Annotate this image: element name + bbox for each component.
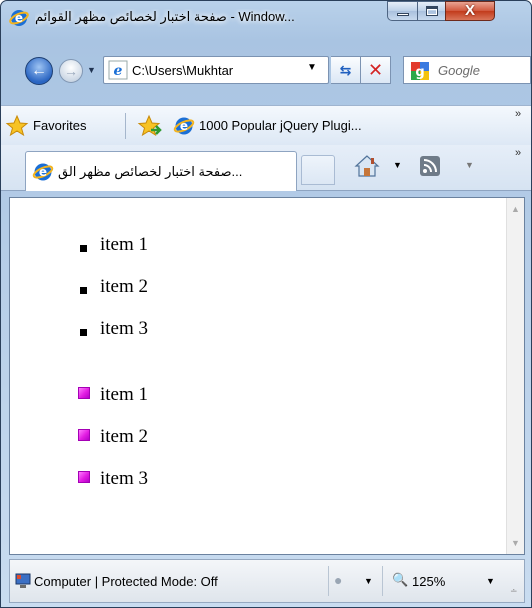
square-bullet-icon [80,245,87,252]
list-item: item 2 [78,274,378,316]
list-item: item 2 [78,424,378,466]
favorites-separator [125,113,126,139]
minimize-icon [396,13,409,16]
recent-pages-dropdown[interactable]: ▼ [87,65,99,77]
vertical-scrollbar[interactable]: ▲ ▼ [506,198,524,554]
image-bullet-icon [78,387,90,399]
star-icon[interactable] [5,114,29,138]
square-bullet-icon [80,287,87,294]
list-item-text: item 1 [100,384,149,405]
close-icon: X [464,2,475,19]
svg-text:e: e [180,119,188,133]
maximize-button[interactable] [417,1,445,21]
toolbar-overflow-icon[interactable]: » [515,147,529,161]
list-item: item 3 [78,466,378,508]
stop-icon: ✕ [367,59,384,80]
favorites-bar: Favorites e 1000 Popular jQuery Plugi...… [1,105,531,145]
status-separator [328,566,329,596]
image-bullet-list: item 1 item 2 item 3 [78,382,378,508]
tab-ie-icon: e [32,161,54,183]
image-bullet-icon [78,471,90,483]
ie-window: e صفحة اختبار لخصائص مظهر القوائم - Wind… [0,0,532,608]
forward-arrow-icon: → [64,63,78,79]
address-dropdown-icon[interactable]: ▼ [304,62,320,78]
minimize-button[interactable] [387,1,417,21]
close-button[interactable]: X [445,1,495,21]
svg-text:e: e [15,11,23,25]
list-item: item 1 [78,232,378,274]
search-box[interactable]: g Google [403,56,531,84]
search-input[interactable]: Google [438,63,528,79]
home-dropdown-icon[interactable]: ▼ [393,160,403,170]
zoom-dropdown-icon[interactable]: ▼ [486,576,496,586]
svg-text:g: g [415,65,424,80]
zoom-level[interactable]: 125% [412,574,466,590]
list-item-text: item 1 [100,234,149,255]
computer-icon [14,572,34,590]
scroll-down-icon[interactable]: ▼ [511,538,521,548]
tab-active[interactable]: e صفحة اختبار لخصائص مظهر الق... [25,151,297,191]
scroll-up-icon[interactable]: ▲ [511,204,521,214]
back-arrow-icon: ← [31,62,47,79]
list-item-text: item 3 [100,468,149,489]
status-zone-text: Computer | Protected Mode: Off [34,574,218,589]
rss-icon[interactable] [419,155,441,177]
caption-buttons: X [387,1,523,23]
list-item-text: item 2 [100,426,149,447]
zone-dropdown-icon[interactable]: ▼ [364,576,374,586]
svg-text:e: e [114,63,123,79]
page-viewport: item 1 item 2 item 3 item 1 item 2 item … [9,197,525,555]
square-bullet-list: item 1 item 2 item 3 [78,232,378,358]
stop-button[interactable]: ✕ [361,56,391,84]
favorite-link-ie-icon: e [173,115,195,137]
refresh-button[interactable]: ⇆ [331,56,361,84]
favorites-overflow-icon[interactable]: » [515,108,529,122]
square-bullet-icon [80,329,87,336]
tab-bar: e صفحة اختبار لخصائص مظهر الق... ▼ ▼ » [1,145,531,191]
status-bar: Computer | Protected Mode: Off ● ▼ 🔍 125… [9,559,525,603]
globe-icon[interactable]: ● [334,572,356,592]
page-content: item 1 item 2 item 3 item 1 item 2 item … [10,198,506,554]
tab-title: صفحة اختبار لخصائص مظهر الق... [58,164,243,179]
magnifier-icon[interactable]: 🔍 [392,572,408,590]
ie-icon: e [9,8,29,28]
resize-grip-icon[interactable]: ∸ [510,586,522,598]
home-icon[interactable] [353,153,381,179]
list-item-text: item 2 [100,276,149,297]
page-ie-icon: e [108,60,128,80]
feeds-dropdown-icon[interactable]: ▼ [465,160,475,170]
title-bar[interactable]: e صفحة اختبار لخصائص مظهر القوائم - Wind… [1,1,531,33]
address-input[interactable]: C:\Users\Mukhtar [132,63,298,79]
new-tab-button[interactable] [301,155,335,185]
address-bar[interactable]: e C:\Users\Mukhtar ▼ [103,56,329,84]
svg-text:e: e [39,165,47,179]
back-button[interactable]: ← [25,57,53,85]
forward-button[interactable]: → [59,59,83,83]
favorites-button[interactable]: Favorites [33,118,113,134]
list-item: item 3 [78,316,378,358]
list-item-text: item 3 [100,318,149,339]
google-icon: g [410,61,430,81]
favorite-link[interactable]: 1000 Popular jQuery Plugi... [199,118,489,134]
maximize-icon [425,6,438,16]
image-bullet-icon [78,429,90,441]
refresh-icon: ⇆ [339,61,352,78]
add-favorite-icon[interactable] [137,114,163,138]
navigation-bar: ← → ▼ e C:\Users\Mukhtar ▼ ⇆ ✕ g Google [1,49,531,89]
window-title: صفحة اختبار لخصائص مظهر القوائم - Window… [35,9,295,24]
list-item: item 1 [78,382,378,424]
status-separator [382,566,383,596]
